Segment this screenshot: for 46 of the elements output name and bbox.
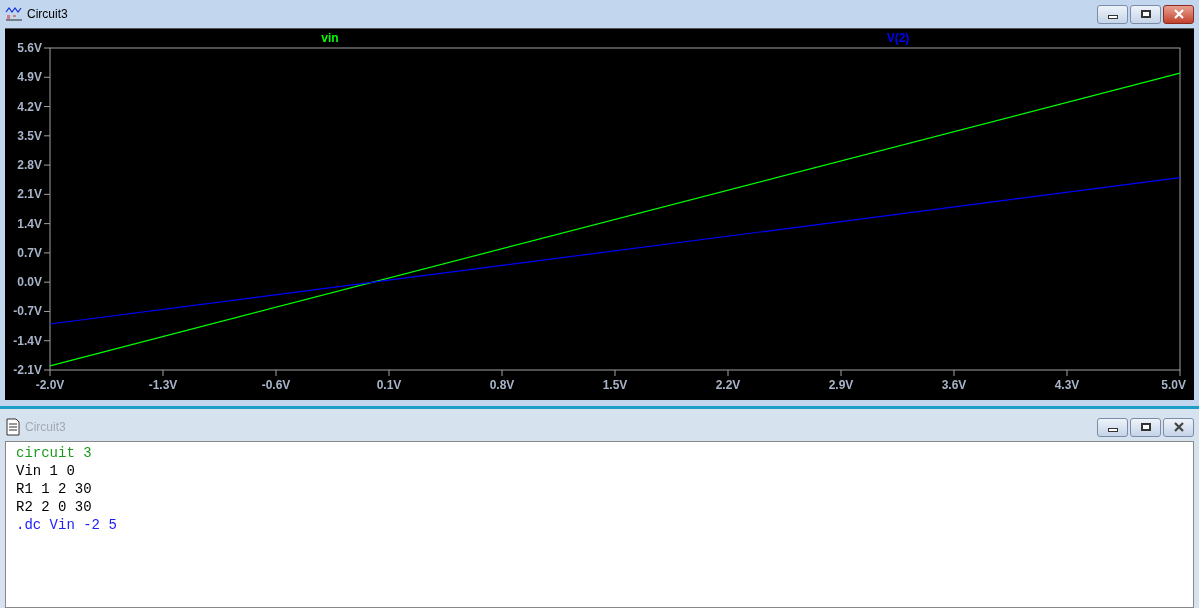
axis-tick-label: -0.7V <box>13 304 42 319</box>
axis-tick-label: 0.0V <box>17 275 42 290</box>
maximize-icon <box>1140 10 1151 18</box>
minimize-button[interactable] <box>1097 4 1128 24</box>
close-button[interactable] <box>1163 4 1194 24</box>
axis-tick-label: 1.4V <box>17 216 42 231</box>
axis-tick-label: 2.8V <box>17 158 42 173</box>
axis-tick-label: 3.5V <box>17 128 42 143</box>
axis-tick-label: -2.0V <box>35 378 65 392</box>
axis-tick-label: 4.9V <box>17 70 42 85</box>
minimize-icon <box>1107 427 1118 432</box>
netlist-line: .dc Vin -2 5 <box>16 516 118 534</box>
minimize-button[interactable] <box>1097 417 1128 437</box>
axis-tick-label: 3.6V <box>941 378 967 392</box>
trace-label: vin <box>321 31 339 45</box>
window-title: Circuit3 <box>25 419 66 436</box>
axis-tick-label: -0.6V <box>261 378 291 392</box>
axis-tick-label: 2.2V <box>715 378 741 392</box>
close-icon <box>1172 9 1185 19</box>
netlist-line: R2 2 0 30 <box>16 498 93 516</box>
axis-tick-label: 5.0V <box>1161 378 1186 392</box>
axis-tick-label: -1.4V <box>13 333 42 348</box>
netlist-line: Vin 1 0 <box>16 462 76 480</box>
close-icon <box>1172 422 1185 432</box>
axis-tick-label: 5.6V <box>17 41 42 55</box>
close-button[interactable] <box>1163 417 1194 437</box>
maximize-icon <box>1140 423 1151 431</box>
axis-tick-label: 0.7V <box>17 245 42 260</box>
axis-tick-label: 0.1V <box>376 378 402 392</box>
window-title: Circuit3 <box>27 6 68 23</box>
maximize-button[interactable] <box>1130 4 1161 24</box>
axis-tick-label: 0.8V <box>489 378 515 392</box>
axis-tick-label: -1.3V <box>148 378 178 392</box>
maximize-button[interactable] <box>1130 417 1161 437</box>
trace-label: V(2) <box>886 31 910 45</box>
axis-tick-label: -2.1V <box>13 363 42 377</box>
axis-tick-label: 4.3V <box>1054 378 1080 392</box>
netlist-line: R1 1 2 30 <box>16 480 93 498</box>
waveform-icon <box>5 6 23 22</box>
minimize-icon <box>1107 14 1118 19</box>
axis-tick-label: 4.2V <box>17 99 42 114</box>
axis-tick-label: 2.1V <box>17 187 42 202</box>
axis-tick-label: 1.5V <box>602 378 628 392</box>
axis-tick-label: 2.9V <box>828 378 854 392</box>
netlist-line: circuit 3 <box>16 444 93 462</box>
document-icon <box>5 418 21 436</box>
